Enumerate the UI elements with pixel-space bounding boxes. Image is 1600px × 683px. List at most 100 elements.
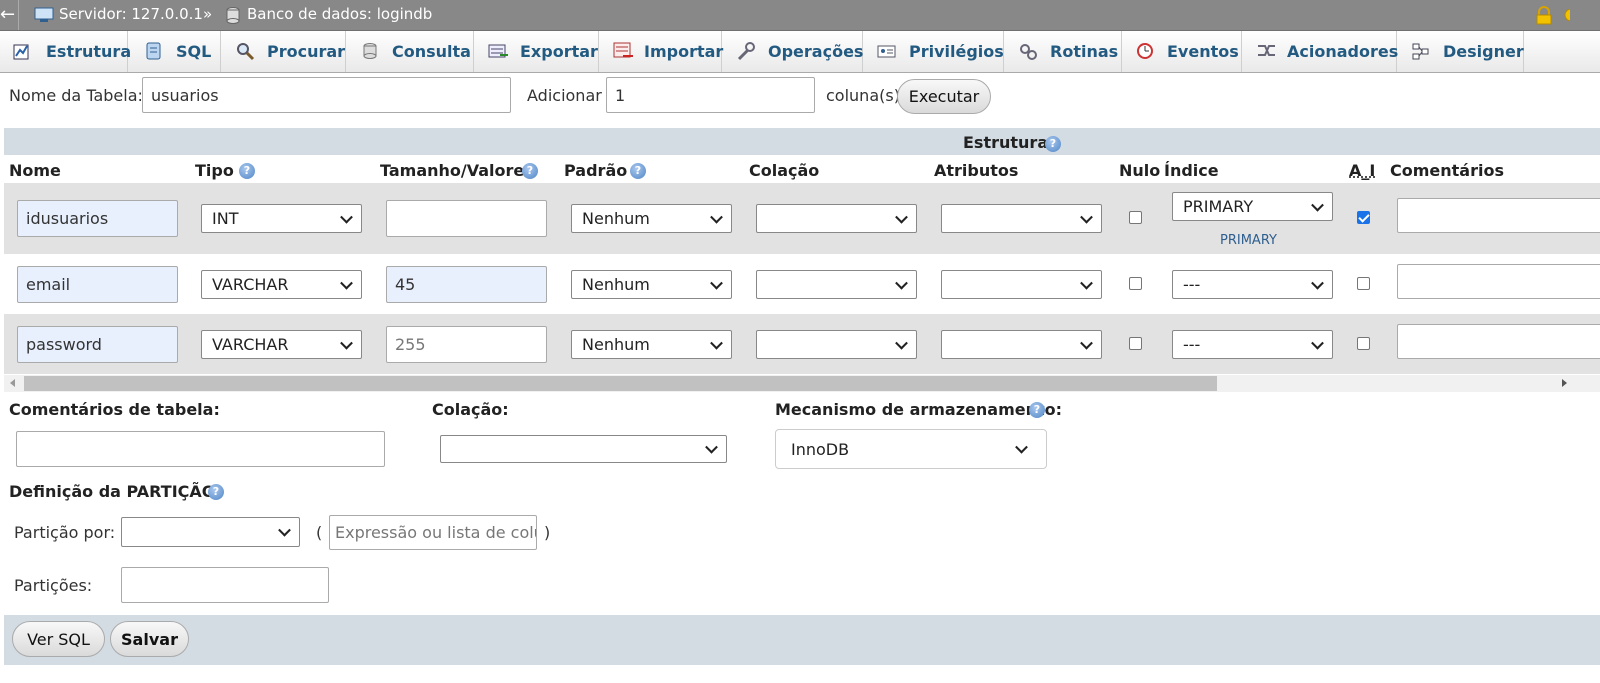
tab-bar: Estrutura SQL Procurar Consulta Exportar…: [0, 31, 1600, 73]
column-name-input[interactable]: password: [17, 326, 178, 363]
tab-sql[interactable]: SQL: [128, 31, 221, 72]
column-name-input[interactable]: idusuarios: [17, 200, 178, 237]
tab-acionadores[interactable]: Acionadores: [1242, 31, 1397, 72]
tab-estrutura[interactable]: Estrutura: [0, 31, 128, 72]
tab-label: SQL: [176, 42, 211, 61]
chevron-down-icon: [278, 524, 291, 537]
auto-increment-checkbox[interactable]: [1357, 277, 1370, 290]
column-index-select[interactable]: ---: [1172, 270, 1333, 299]
column-type-select[interactable]: INT: [201, 204, 362, 233]
partition-expression-input[interactable]: Expressão ou lista de colun: [329, 515, 537, 550]
null-checkbox[interactable]: [1129, 337, 1142, 350]
scrollbar-thumb[interactable]: [24, 376, 1217, 391]
tab-designer[interactable]: Designer: [1397, 31, 1524, 72]
chevron-down-icon: [1015, 441, 1028, 454]
null-checkbox[interactable]: [1129, 211, 1142, 224]
partition-by-select[interactable]: [121, 517, 300, 547]
table-collation-select[interactable]: [440, 435, 727, 463]
preview-sql-button[interactable]: Ver SQL: [12, 621, 105, 657]
auto-increment-checkbox[interactable]: [1357, 211, 1370, 224]
help-icon[interactable]: ?: [522, 163, 538, 179]
tab-consulta[interactable]: Consulta: [346, 31, 474, 72]
chevron-down-icon: [895, 276, 908, 289]
column-collation-select[interactable]: [756, 330, 917, 359]
tab-rotinas[interactable]: Rotinas: [1004, 31, 1122, 72]
select-value: Nenhum: [582, 209, 650, 228]
tab-procurar[interactable]: Procurar: [221, 31, 346, 72]
breadcrumb-separator: »: [203, 5, 212, 23]
partitions-label: Partições:: [14, 576, 92, 595]
footer-bar: [4, 615, 1600, 665]
column-attributes-select[interactable]: [941, 330, 1102, 359]
column-default-select[interactable]: Nenhum: [571, 270, 732, 299]
tab-operacoes[interactable]: Operações: [722, 31, 863, 72]
column-length-input[interactable]: 45: [386, 266, 547, 303]
tab-label: Acionadores: [1287, 42, 1398, 61]
column-default-select[interactable]: Nenhum: [571, 330, 732, 359]
auto-increment-checkbox[interactable]: [1357, 337, 1370, 350]
engine-select[interactable]: InnoDB: [775, 429, 1047, 469]
scroll-left-icon[interactable]: [10, 379, 15, 387]
designer-icon: [1411, 41, 1433, 61]
column-index-select[interactable]: PRIMARY: [1172, 192, 1333, 221]
help-icon[interactable]: ?: [1045, 136, 1061, 152]
select-value: INT: [212, 209, 238, 228]
privileges-icon: [877, 41, 899, 61]
tab-importar[interactable]: Importar: [599, 31, 722, 72]
select-value: PRIMARY: [1183, 197, 1253, 216]
index-note[interactable]: PRIMARY: [1220, 233, 1277, 248]
column-name-input[interactable]: email: [17, 266, 178, 303]
save-button[interactable]: Salvar: [110, 621, 189, 657]
column-type-select[interactable]: VARCHAR: [201, 330, 362, 359]
database-icon: [226, 7, 240, 24]
table-comments-input[interactable]: [16, 431, 385, 467]
tab-exportar[interactable]: Exportar: [474, 31, 599, 72]
column-index-select[interactable]: ---: [1172, 330, 1333, 359]
sql-icon: [144, 41, 166, 61]
chevron-down-icon: [1080, 276, 1093, 289]
add-columns-input[interactable]: 1: [606, 77, 815, 113]
header-colacao: Colação: [749, 161, 819, 180]
column-length-input[interactable]: 255: [386, 326, 547, 363]
routines-icon: [1018, 41, 1040, 61]
partitions-input[interactable]: [121, 567, 329, 603]
execute-button[interactable]: Executar: [897, 79, 991, 114]
column-comment-input[interactable]: [1397, 198, 1600, 233]
horizontal-scrollbar[interactable]: [4, 375, 1600, 392]
help-icon[interactable]: ?: [239, 163, 255, 179]
help-icon[interactable]: ?: [208, 484, 224, 500]
breadcrumb-database[interactable]: Banco de dados: logindb: [247, 5, 432, 23]
column-collation-select[interactable]: [756, 270, 917, 299]
help-icon[interactable]: ?: [1029, 402, 1045, 418]
close-paren: ): [544, 523, 550, 542]
chevron-down-icon: [710, 276, 723, 289]
help-icon[interactable]: ?: [630, 163, 646, 179]
header-indice: Índice: [1164, 161, 1219, 180]
wrench-icon: [736, 41, 758, 61]
column-type-select[interactable]: VARCHAR: [201, 270, 362, 299]
breadcrumb: ← Servidor: 127.0.0.1 » Banco de dados: …: [0, 0, 1600, 31]
column-attributes-select[interactable]: [941, 204, 1102, 233]
table-name-input[interactable]: usuarios: [142, 77, 511, 113]
column-length-input[interactable]: [386, 200, 547, 237]
null-checkbox[interactable]: [1129, 277, 1142, 290]
settings-icon[interactable]: [1562, 4, 1570, 26]
header-ai: A_I: [1349, 161, 1375, 180]
server-icon: [34, 7, 54, 23]
column-comment-input[interactable]: [1397, 264, 1600, 299]
tab-eventos[interactable]: Eventos: [1122, 31, 1242, 72]
breadcrumb-server[interactable]: Servidor: 127.0.0.1: [59, 5, 203, 23]
tab-privilegios[interactable]: Privilégios: [863, 31, 1004, 72]
scroll-right-icon[interactable]: [1562, 379, 1567, 387]
select-value: Nenhum: [582, 275, 650, 294]
tab-label: Importar: [644, 42, 723, 61]
column-collation-select[interactable]: [756, 204, 917, 233]
column-attributes-select[interactable]: [941, 270, 1102, 299]
back-arrow-icon[interactable]: ←: [0, 4, 15, 25]
tab-label: Exportar: [520, 42, 598, 61]
import-icon: [613, 41, 635, 61]
lock-icon[interactable]: [1535, 6, 1553, 25]
select-value: VARCHAR: [212, 275, 288, 294]
column-comment-input[interactable]: [1397, 324, 1600, 359]
column-default-select[interactable]: Nenhum: [571, 204, 732, 233]
